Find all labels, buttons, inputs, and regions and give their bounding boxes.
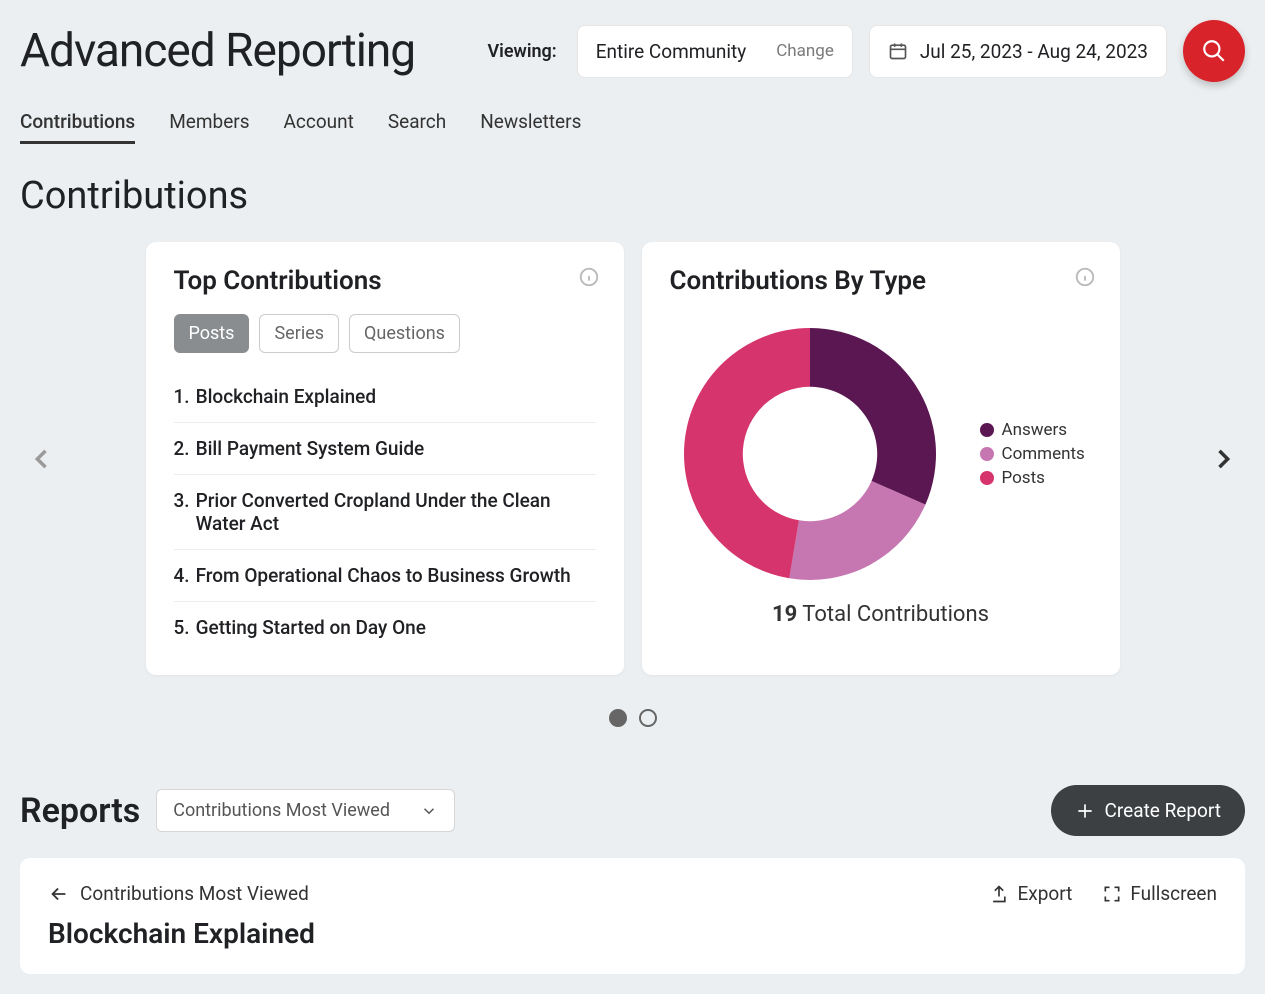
- list-item[interactable]: 5. Getting Started on Day One: [174, 602, 596, 653]
- create-report-label: Create Report: [1105, 799, 1221, 822]
- list-item-index: 3.: [174, 489, 190, 535]
- carousel-pager: [20, 709, 1245, 727]
- chevron-left-icon: [28, 445, 56, 473]
- tab-newsletters[interactable]: Newsletters: [480, 110, 581, 144]
- list-item[interactable]: 4. From Operational Chaos to Business Gro…: [174, 550, 596, 602]
- section-title: Contributions: [20, 174, 1245, 218]
- list-item-index: 4.: [174, 564, 190, 587]
- viewing-label: Viewing:: [487, 41, 556, 62]
- legend-label: Answers: [1002, 420, 1068, 440]
- legend-dot: [980, 423, 994, 437]
- list-item-index: 5.: [174, 616, 190, 639]
- legend-dot: [980, 471, 994, 485]
- legend-item: Comments: [980, 444, 1085, 464]
- pager-dot[interactable]: [609, 709, 627, 727]
- top-contributions-card: Top Contributions PostsSeries Questions 1…: [146, 242, 624, 675]
- date-range-value: Jul 25, 2023 - Aug 24, 2023: [920, 40, 1148, 63]
- contributions-by-type-card: Contributions By Type Answers Comments Pos…: [642, 242, 1120, 675]
- legend-item: Posts: [980, 468, 1085, 488]
- breadcrumb-label: Contributions Most Viewed: [80, 882, 309, 905]
- export-label: Export: [1017, 882, 1072, 905]
- reports-select[interactable]: Contributions Most Viewed: [156, 789, 455, 832]
- reports-title: Reports: [20, 791, 140, 831]
- tabs: Contributions Members Account Search Newslet…: [20, 110, 1245, 144]
- list-item[interactable]: 1. Blockchain Explained: [174, 371, 596, 423]
- report-item-title: Blockchain Explained: [48, 917, 1217, 950]
- list-item-label: From Operational Chaos to Business Growt…: [196, 564, 571, 587]
- calendar-icon: [888, 41, 908, 61]
- filter-series[interactable]: Series: [259, 314, 339, 353]
- list-item[interactable]: 2. Bill Payment System Guide: [174, 423, 596, 475]
- donut-slice-answers: [810, 328, 936, 505]
- pager-dot[interactable]: [639, 709, 657, 727]
- list-item-label: Blockchain Explained: [196, 385, 376, 408]
- card-title: Contributions By Type: [670, 266, 1092, 296]
- tab-contributions[interactable]: Contributions: [20, 110, 135, 144]
- donut-slice-comments: [789, 481, 925, 580]
- fullscreen-icon: [1102, 884, 1122, 904]
- export-button[interactable]: Export: [989, 882, 1072, 905]
- export-icon: [989, 884, 1009, 904]
- legend-dot: [980, 447, 994, 461]
- total-value: 19: [772, 602, 797, 627]
- list-item-index: 2.: [174, 437, 190, 460]
- card-title: Top Contributions: [174, 266, 596, 296]
- breadcrumb[interactable]: Contributions Most Viewed: [48, 882, 309, 905]
- list-item-label: Getting Started on Day One: [196, 616, 426, 639]
- date-range-picker[interactable]: Jul 25, 2023 - Aug 24, 2023: [869, 25, 1167, 78]
- carousel-prev-button[interactable]: [20, 429, 64, 489]
- search-icon: [1201, 38, 1227, 64]
- legend-label: Posts: [1002, 468, 1045, 488]
- plus-icon: [1075, 801, 1095, 821]
- change-link[interactable]: Change: [776, 41, 834, 61]
- filter-questions[interactable]: Questions: [349, 314, 460, 353]
- scope-value: Entire Community: [596, 40, 747, 63]
- total-label: Total Contributions: [802, 602, 989, 627]
- fullscreen-label: Fullscreen: [1130, 882, 1217, 905]
- create-report-button[interactable]: Create Report: [1051, 785, 1245, 836]
- list-item-label: Prior Converted Cropland Under the Clean…: [196, 489, 596, 535]
- arrow-left-icon: [48, 883, 70, 905]
- tab-search[interactable]: Search: [388, 110, 446, 144]
- tab-account[interactable]: Account: [284, 110, 354, 144]
- chevron-right-icon: [1209, 445, 1237, 473]
- donut-slice-posts: [684, 328, 810, 578]
- chevron-down-icon: [420, 802, 438, 820]
- list-item-label: Bill Payment System Guide: [196, 437, 425, 460]
- page-title: Advanced Reporting: [20, 24, 471, 78]
- reports-select-value: Contributions Most Viewed: [173, 800, 390, 821]
- tab-members[interactable]: Members: [169, 110, 249, 144]
- list-item-index: 1.: [174, 385, 190, 408]
- chart-caption: 19 Total Contributions: [670, 602, 1092, 627]
- list-item[interactable]: 3.Prior Converted Cropland Under the Cle…: [174, 475, 596, 550]
- fullscreen-button[interactable]: Fullscreen: [1102, 882, 1217, 905]
- info-icon[interactable]: [578, 266, 600, 288]
- report-panel: Contributions Most Viewed Export Fullscr…: [20, 858, 1245, 974]
- legend-label: Comments: [1002, 444, 1085, 464]
- scope-selector[interactable]: Entire Community Change: [577, 25, 853, 78]
- chart-legend: Answers Comments Posts: [980, 416, 1085, 492]
- filter-posts[interactable]: Posts: [174, 314, 250, 353]
- search-button[interactable]: [1183, 20, 1245, 82]
- donut-chart: [670, 314, 950, 594]
- carousel-next-button[interactable]: [1201, 429, 1245, 489]
- info-icon[interactable]: [1074, 266, 1096, 288]
- legend-item: Answers: [980, 420, 1085, 440]
